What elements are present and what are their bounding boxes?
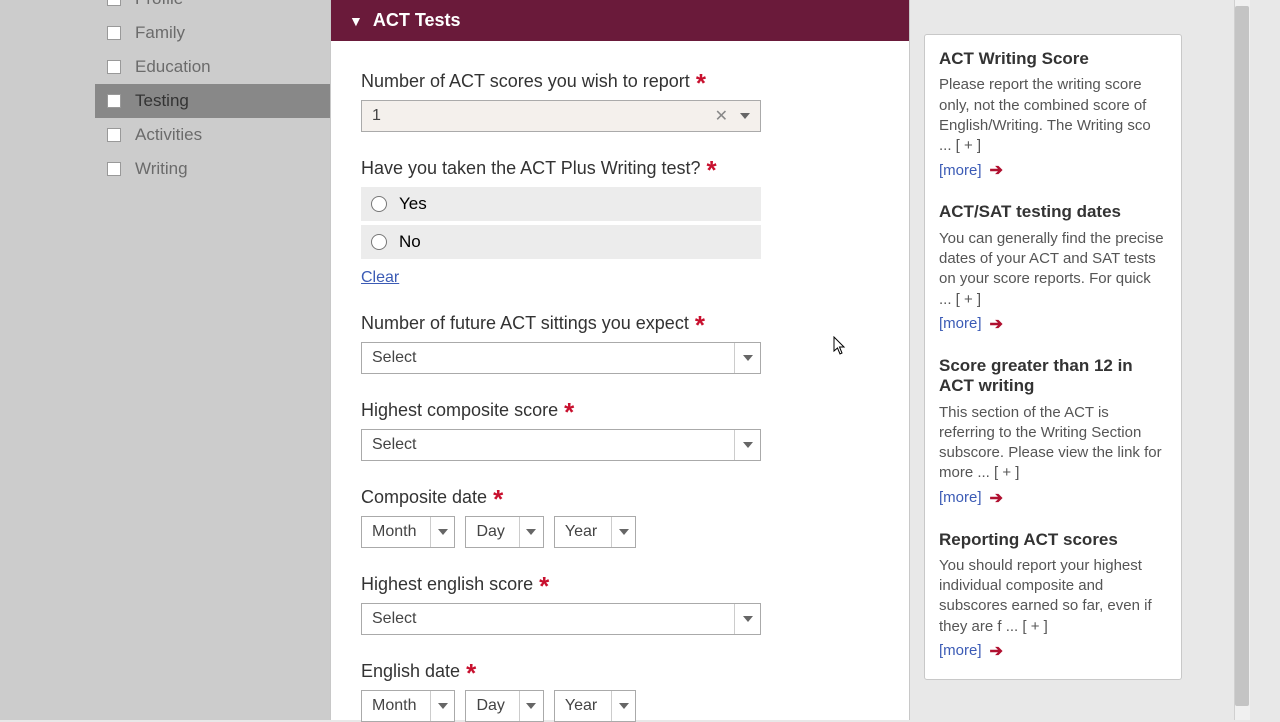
- help-text: You should report your highest individua…: [939, 556, 1167, 637]
- select-english-month[interactable]: Month: [361, 690, 455, 722]
- select-value: Month: [372, 697, 430, 715]
- sidebar-item-activities[interactable]: Activities: [95, 118, 330, 152]
- checkbox-icon: [107, 0, 121, 6]
- select-value: Day: [476, 697, 518, 715]
- arrow-right-icon[interactable]: ➔: [990, 160, 1003, 180]
- select-value: Select: [372, 349, 734, 367]
- label-english-date: English date: [361, 661, 460, 682]
- checkbox-icon: [107, 128, 121, 142]
- scrollbar-thumb[interactable]: [1235, 6, 1249, 706]
- arrow-right-icon[interactable]: ➔: [990, 314, 1003, 334]
- help-title-reporting-act: Reporting ACT scores: [939, 530, 1167, 550]
- label-future-sittings: Number of future ACT sittings you expect: [361, 313, 689, 334]
- chevron-down-icon: [438, 703, 448, 709]
- radio-icon: [371, 196, 387, 212]
- select-value: Month: [372, 523, 430, 541]
- required-asterisk-icon: *: [493, 489, 503, 510]
- select-composite-month[interactable]: Month: [361, 516, 455, 548]
- checkbox-icon: [107, 94, 121, 108]
- chevron-down-icon: [740, 113, 750, 119]
- radio-plus-writing-no[interactable]: No: [361, 225, 761, 259]
- chevron-down-icon: [743, 355, 753, 361]
- page-gutter: ▴: [1200, 0, 1250, 720]
- sidebar-item-label: Activities: [135, 125, 202, 145]
- select-highest-composite[interactable]: Select: [361, 429, 761, 461]
- select-value: Year: [565, 523, 611, 541]
- select-future-sittings[interactable]: Select: [361, 342, 761, 374]
- select-english-day[interactable]: Day: [465, 690, 543, 722]
- sidebar-item-label: Family: [135, 23, 185, 43]
- arrow-right-icon[interactable]: ➔: [990, 641, 1003, 661]
- radio-plus-writing-yes[interactable]: Yes: [361, 187, 761, 221]
- required-asterisk-icon: *: [707, 160, 717, 181]
- select-num-act-scores[interactable]: 1 ✕: [361, 100, 761, 132]
- help-title-testing-dates: ACT/SAT testing dates: [939, 202, 1167, 222]
- sidebar-item-profile[interactable]: Profile: [95, 0, 330, 16]
- select-value: 1: [372, 107, 715, 125]
- required-asterisk-icon: *: [539, 576, 549, 597]
- checkbox-icon: [107, 60, 121, 74]
- sidebar-item-education[interactable]: Education: [95, 50, 330, 84]
- sidebar-item-family[interactable]: Family: [95, 16, 330, 50]
- chevron-down-icon: [619, 703, 629, 709]
- select-composite-day[interactable]: Day: [465, 516, 543, 548]
- help-title-score-gt-12: Score greater than 12 in ACT writing: [939, 356, 1167, 397]
- help-text: This section of the ACT is referring to …: [939, 403, 1167, 484]
- sidebar: Profile Family Education Testing Activit…: [0, 0, 330, 720]
- sidebar-item-testing[interactable]: Testing: [95, 84, 330, 118]
- required-asterisk-icon: *: [564, 402, 574, 423]
- chevron-down-icon: [526, 529, 536, 535]
- sidebar-item-label: Profile: [135, 0, 183, 9]
- main-form: ▼ ACT Tests Number of ACT scores you wis…: [330, 0, 910, 720]
- clear-x-icon[interactable]: ✕: [715, 106, 728, 126]
- radio-icon: [371, 234, 387, 250]
- more-link[interactable]: [more]: [939, 315, 982, 332]
- section-title: ACT Tests: [373, 10, 461, 31]
- checkbox-icon: [107, 162, 121, 176]
- chevron-down-icon: [743, 616, 753, 622]
- chevron-down-icon: [619, 529, 629, 535]
- arrow-right-icon[interactable]: ➔: [990, 488, 1003, 508]
- chevron-down-icon: [438, 529, 448, 535]
- label-highest-english: Highest english score: [361, 574, 533, 595]
- help-title-act-writing-score: ACT Writing Score: [939, 49, 1167, 69]
- checkbox-icon: [107, 26, 121, 40]
- sidebar-item-label: Education: [135, 57, 211, 77]
- scrollbar-track[interactable]: ▴: [1234, 0, 1250, 720]
- radio-label: No: [399, 232, 421, 252]
- sidebar-item-label: Writing: [135, 159, 188, 179]
- more-link[interactable]: [more]: [939, 162, 982, 179]
- help-sidebar: ACT Writing Score Please report the writ…: [910, 0, 1200, 720]
- select-highest-english[interactable]: Select: [361, 603, 761, 635]
- sidebar-item-writing[interactable]: Writing: [95, 152, 330, 186]
- help-text: You can generally find the precise dates…: [939, 229, 1167, 310]
- more-link[interactable]: [more]: [939, 489, 982, 506]
- clear-link[interactable]: Clear: [361, 269, 399, 287]
- required-asterisk-icon: *: [695, 315, 705, 336]
- label-plus-writing: Have you taken the ACT Plus Writing test…: [361, 158, 701, 179]
- select-value: Select: [372, 610, 734, 628]
- more-link[interactable]: [more]: [939, 642, 982, 659]
- help-text: Please report the writing score only, no…: [939, 75, 1167, 156]
- select-english-year[interactable]: Year: [554, 690, 636, 722]
- section-header-act-tests[interactable]: ▼ ACT Tests: [331, 0, 909, 41]
- select-value: Select: [372, 436, 734, 454]
- label-composite-date: Composite date: [361, 487, 487, 508]
- select-composite-year[interactable]: Year: [554, 516, 636, 548]
- collapse-triangle-icon: ▼: [349, 13, 363, 29]
- select-value: Year: [565, 697, 611, 715]
- chevron-down-icon: [526, 703, 536, 709]
- label-num-act-scores: Number of ACT scores you wish to report: [361, 71, 690, 92]
- sidebar-item-label: Testing: [135, 91, 189, 111]
- chevron-down-icon: [743, 442, 753, 448]
- label-highest-composite: Highest composite score: [361, 400, 558, 421]
- select-value: Day: [476, 523, 518, 541]
- radio-label: Yes: [399, 194, 427, 214]
- required-asterisk-icon: *: [696, 73, 706, 94]
- required-asterisk-icon: *: [466, 663, 476, 684]
